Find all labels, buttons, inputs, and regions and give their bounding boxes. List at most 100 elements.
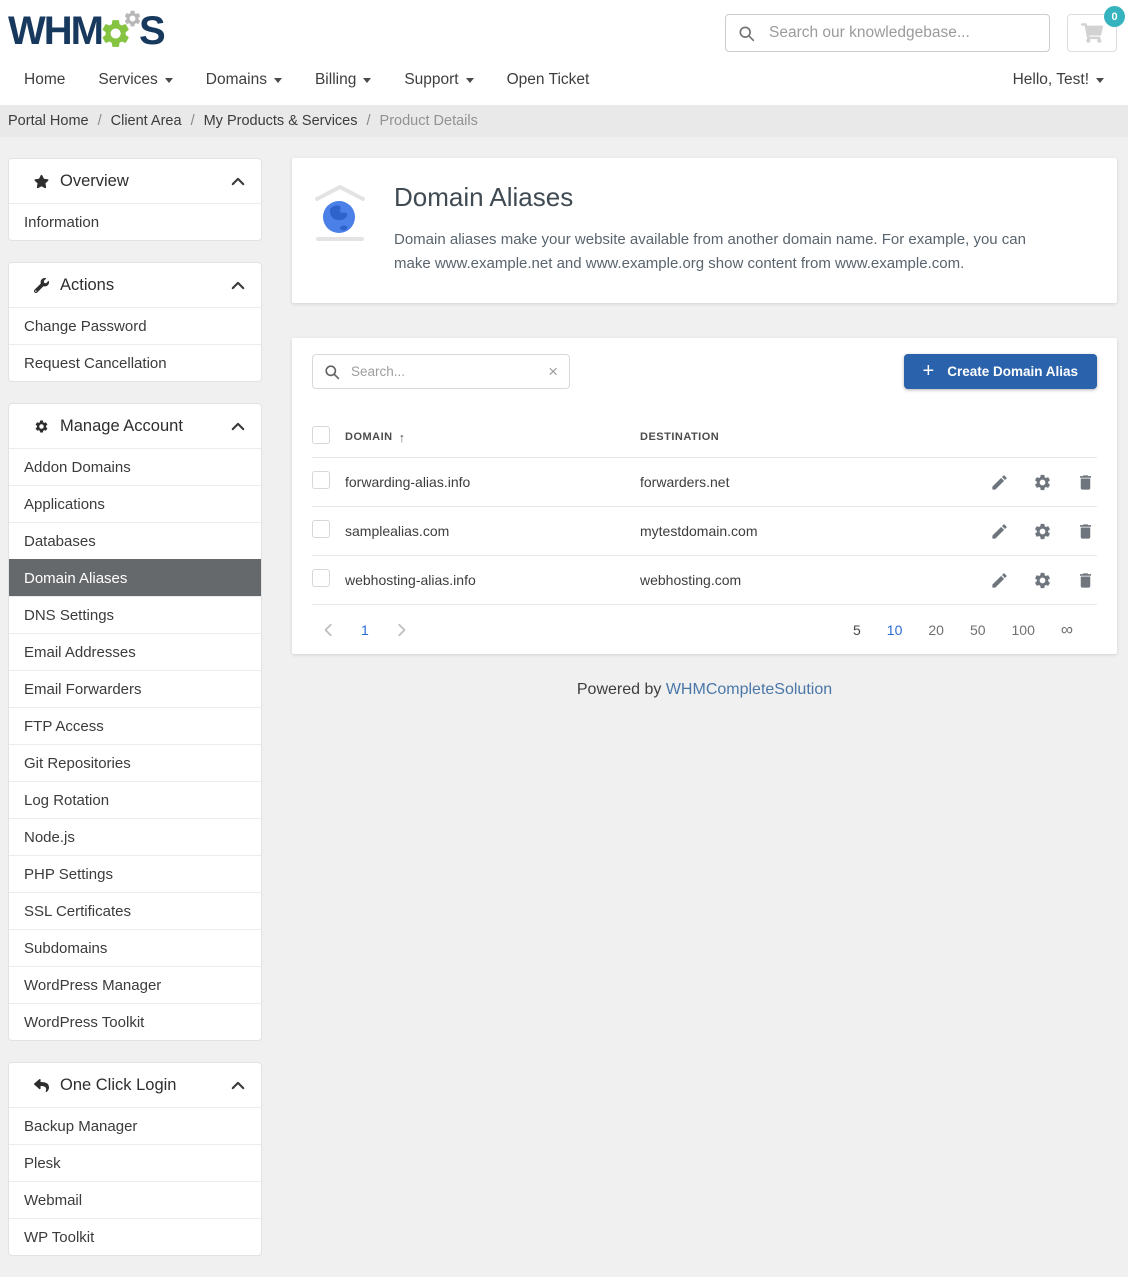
sidebar-panel-header-overview[interactable]: Overview [9, 159, 261, 203]
sidebar-item-log-rotation[interactable]: Log Rotation [9, 781, 261, 818]
select-all-checkbox[interactable] [312, 426, 330, 444]
whmcs-logo[interactable]: WHM S [8, 10, 164, 52]
row-checkbox[interactable] [312, 471, 330, 489]
page: WHM S [0, 0, 1128, 1277]
header-checkbox-cell [312, 426, 345, 449]
page-size-5[interactable]: 5 [853, 622, 861, 638]
sidebar-item-subdomains[interactable]: Subdomains [9, 929, 261, 966]
nav-item-label: Billing [315, 71, 356, 89]
sidebar-item-databases[interactable]: Databases [9, 522, 261, 559]
sidebar-panel-title: Manage Account [60, 417, 183, 436]
nav-item-home[interactable]: Home [24, 71, 65, 89]
page-number[interactable]: 1 [361, 622, 369, 638]
page-title: Domain Aliases [394, 182, 1054, 213]
nav-item-services[interactable]: Services [98, 71, 172, 89]
clear-search-icon[interactable]: × [548, 363, 558, 380]
previous-page-button[interactable] [322, 623, 336, 637]
whmcompletesolution-link[interactable]: WHMCompleteSolution [666, 681, 832, 698]
main-nav: Home Services Domains Billing Support Open Ti… [24, 71, 589, 89]
sidebar-item-wordpress-manager[interactable]: WordPress Manager [9, 966, 261, 1003]
row-checkbox[interactable] [312, 569, 330, 587]
table-row: forwarding-alias.infoforwarders.net [312, 457, 1097, 506]
column-header-domain[interactable]: DOMAIN ↑ [345, 430, 640, 445]
breadcrumb-link-my-products-services[interactable]: My Products & Services [204, 113, 358, 129]
page-size-100[interactable]: 100 [1012, 622, 1035, 638]
trash-icon [1076, 522, 1095, 541]
sidebar-item-applications[interactable]: Applications [9, 485, 261, 522]
cell-domain: samplealias.com [345, 523, 640, 539]
page-size-10[interactable]: 10 [887, 622, 903, 638]
delete-button[interactable] [1076, 473, 1095, 492]
sidebar-item-email-forwarders[interactable]: Email Forwarders [9, 670, 261, 707]
sidebar-item-email-addresses[interactable]: Email Addresses [9, 633, 261, 670]
sidebar-item-backup-manager[interactable]: Backup Manager [9, 1107, 261, 1144]
next-page-button[interactable] [394, 623, 408, 637]
sidebar-item-webmail[interactable]: Webmail [9, 1181, 261, 1218]
nav-item-label: Support [404, 71, 458, 89]
sidebar-panel-header-manage-account[interactable]: Manage Account [9, 404, 261, 448]
breadcrumb-current: Product Details [380, 113, 478, 129]
sidebar-item-git-repositories[interactable]: Git Repositories [9, 744, 261, 781]
nav-item-billing[interactable]: Billing [315, 71, 371, 89]
edit-button[interactable] [990, 522, 1009, 541]
sidebar-item-plesk[interactable]: Plesk [9, 1144, 261, 1181]
table-toolbar: × + Create Domain Alias [312, 354, 1097, 389]
chevron-down-icon [165, 78, 173, 83]
sidebar-item-wordpress-toolkit[interactable]: WordPress Toolkit [9, 1003, 261, 1040]
delete-button[interactable] [1076, 522, 1095, 541]
row-checkbox-cell [312, 471, 345, 494]
knowledgebase-search [725, 14, 1050, 52]
breadcrumb-link-portal-home[interactable]: Portal Home [8, 113, 89, 129]
sidebar-item-domain-aliases[interactable]: Domain Aliases [9, 559, 261, 596]
breadcrumb: Portal Home / Client Area / My Products & Se… [0, 105, 1128, 137]
cell-domain: webhosting-alias.info [345, 572, 640, 588]
sidebar-item-wp-toolkit[interactable]: WP Toolkit [9, 1218, 261, 1255]
page-size-20[interactable]: 20 [928, 622, 944, 638]
sidebar-panel-header-actions[interactable]: Actions [9, 263, 261, 307]
trash-icon [1076, 473, 1095, 492]
knowledgebase-search-input[interactable] [767, 23, 1037, 43]
cart-button[interactable]: 0 [1067, 14, 1117, 52]
sidebar-item-addon-domains[interactable]: Addon Domains [9, 448, 261, 485]
sidebar-item-node-js[interactable]: Node.js [9, 818, 261, 855]
settings-button[interactable] [1033, 522, 1052, 541]
cart-count-badge: 0 [1104, 6, 1125, 27]
delete-button[interactable] [1076, 571, 1095, 590]
sidebar-item-information[interactable]: Information [9, 203, 261, 240]
column-header-destination[interactable]: DESTINATION [640, 431, 982, 443]
breadcrumb-separator: / [191, 113, 195, 129]
page-size-all[interactable]: ∞ [1061, 621, 1073, 638]
breadcrumb-link-client-area[interactable]: Client Area [111, 113, 182, 129]
create-domain-alias-button[interactable]: + Create Domain Alias [904, 354, 1097, 389]
pencil-icon [990, 571, 1009, 590]
user-menu-label: Hello, Test! [1013, 71, 1089, 89]
row-checkbox[interactable] [312, 520, 330, 538]
edit-button[interactable] [990, 473, 1009, 492]
page-size-options: 5 10 20 50 100 ∞ [853, 621, 1097, 638]
domain-globe-icon [312, 180, 368, 281]
user-menu[interactable]: Hello, Test! [1013, 71, 1104, 89]
sidebar-item-ssl-certificates[interactable]: SSL Certificates [9, 892, 261, 929]
sidebar-panel-header-one-click-login[interactable]: One Click Login [9, 1063, 261, 1107]
settings-button[interactable] [1033, 473, 1052, 492]
chevron-down-icon [363, 78, 371, 83]
nav-item-domains[interactable]: Domains [206, 71, 282, 89]
sidebar-item-php-settings[interactable]: PHP Settings [9, 855, 261, 892]
row-actions [982, 571, 1097, 590]
sidebar-item-request-cancellation[interactable]: Request Cancellation [9, 344, 261, 381]
nav-item-support[interactable]: Support [404, 71, 473, 89]
star-icon [34, 174, 49, 189]
powered-by-text: Powered by [577, 681, 662, 698]
sidebar-item-dns-settings[interactable]: DNS Settings [9, 596, 261, 633]
table-search-input[interactable] [349, 363, 539, 380]
sidebar-item-ftp-access[interactable]: FTP Access [9, 707, 261, 744]
breadcrumb-separator: / [367, 113, 371, 129]
sidebar-item-change-password[interactable]: Change Password [9, 307, 261, 344]
nav-item-label: Home [24, 71, 65, 89]
nav-item-open-ticket[interactable]: Open Ticket [507, 71, 590, 89]
page-size-50[interactable]: 50 [970, 622, 986, 638]
edit-button[interactable] [990, 571, 1009, 590]
chevron-down-icon [1096, 78, 1104, 83]
settings-button[interactable] [1033, 571, 1052, 590]
table-row: samplealias.commytestdomain.com [312, 506, 1097, 555]
